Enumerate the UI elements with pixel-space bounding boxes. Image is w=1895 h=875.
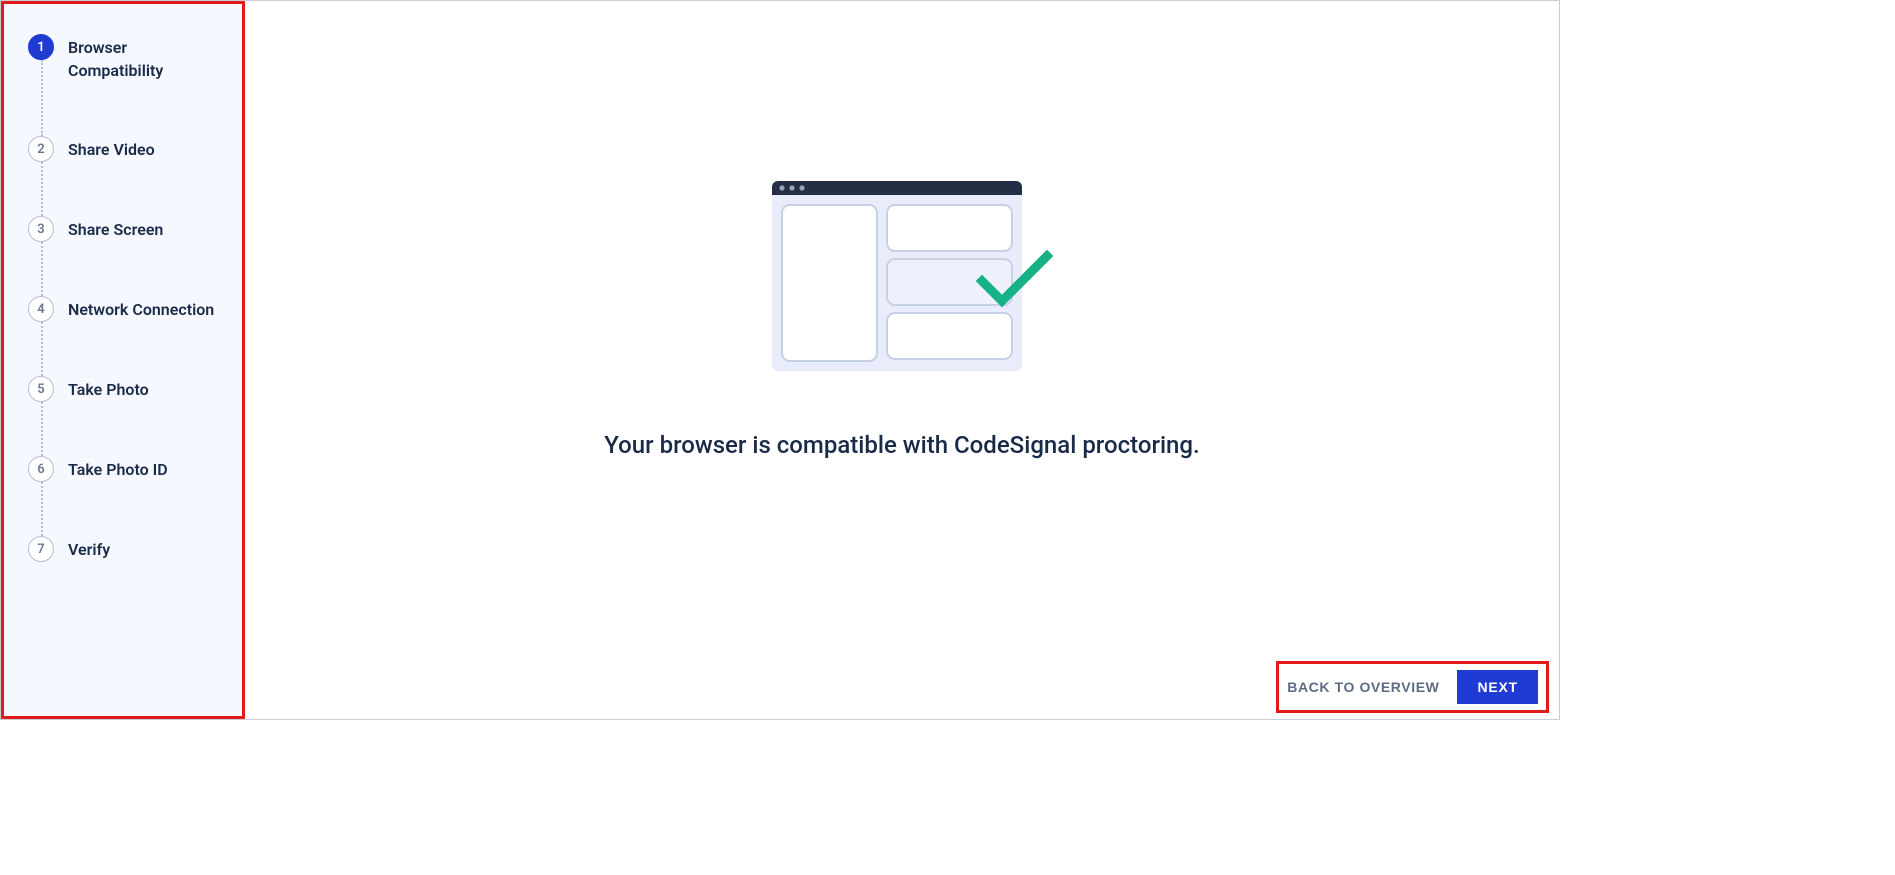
next-button[interactable]: NEXT bbox=[1457, 670, 1538, 704]
step-take-photo[interactable]: 5 Take Photo bbox=[28, 376, 224, 402]
step-take-photo-id[interactable]: 6 Take Photo ID bbox=[28, 456, 224, 482]
browser-compatible-illustration bbox=[772, 181, 1032, 381]
step-number-badge: 3 bbox=[28, 216, 54, 242]
step-label: Share Video bbox=[68, 136, 155, 161]
app-window: 1 Browser Compatibility 2 Share Video 3 … bbox=[0, 0, 1560, 720]
step-share-video[interactable]: 2 Share Video bbox=[28, 136, 224, 162]
step-share-screen[interactable]: 3 Share Screen bbox=[28, 216, 224, 242]
step-connector bbox=[41, 402, 43, 456]
back-to-overview-button[interactable]: BACK TO OVERVIEW bbox=[1287, 679, 1439, 695]
compatibility-headline: Your browser is compatible with CodeSign… bbox=[604, 431, 1199, 459]
step-label: Take Photo bbox=[68, 376, 149, 401]
step-connector bbox=[41, 322, 43, 376]
step-browser-compatibility[interactable]: 1 Browser Compatibility bbox=[28, 34, 224, 82]
step-connector bbox=[41, 482, 43, 536]
step-number-badge: 6 bbox=[28, 456, 54, 482]
step-number-badge: 2 bbox=[28, 136, 54, 162]
main-content: Your browser is compatible with CodeSign… bbox=[245, 1, 1559, 719]
footer-actions: BACK TO OVERVIEW NEXT bbox=[1276, 661, 1549, 713]
step-number-badge: 5 bbox=[28, 376, 54, 402]
step-verify[interactable]: 7 Verify bbox=[28, 536, 224, 562]
step-connector bbox=[41, 162, 43, 216]
browser-window-icon bbox=[772, 181, 1062, 391]
steps-list: 1 Browser Compatibility 2 Share Video 3 … bbox=[28, 34, 224, 562]
steps-sidebar: 1 Browser Compatibility 2 Share Video 3 … bbox=[1, 1, 245, 719]
step-number-badge: 1 bbox=[28, 34, 54, 60]
step-number-badge: 7 bbox=[28, 536, 54, 562]
step-connector bbox=[41, 242, 43, 296]
step-label: Verify bbox=[68, 536, 110, 561]
step-label: Network Connection bbox=[68, 296, 214, 321]
step-label: Share Screen bbox=[68, 216, 163, 241]
step-label: Take Photo ID bbox=[68, 456, 168, 481]
body-row: 1 Browser Compatibility 2 Share Video 3 … bbox=[1, 1, 1559, 719]
step-number-badge: 4 bbox=[28, 296, 54, 322]
step-label: Browser Compatibility bbox=[68, 34, 218, 82]
step-network-connection[interactable]: 4 Network Connection bbox=[28, 296, 224, 322]
step-connector bbox=[41, 60, 43, 136]
